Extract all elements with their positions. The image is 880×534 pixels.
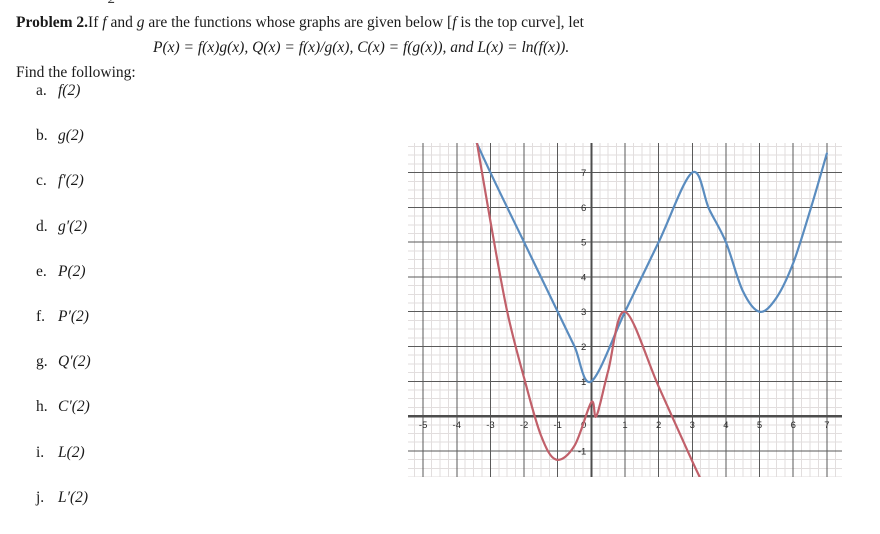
question-expression: f′(2)	[58, 172, 84, 190]
question-label: j.	[36, 488, 45, 506]
find-following-label: Find the following:	[16, 64, 136, 81]
question-expression: g′(2)	[58, 217, 88, 235]
problem-statement: Problem 2.If f and g are the functions w…	[16, 14, 584, 32]
question-expression: Q′(2)	[58, 353, 91, 371]
question-item: a. f(2)	[36, 82, 236, 127]
x-tick-label: 7	[824, 420, 829, 431]
problem-text-part4: is the top curve], let	[456, 14, 584, 31]
question-expression: P(2)	[58, 262, 86, 280]
question-expression: L′(2)	[58, 488, 89, 506]
question-expression: L(2)	[58, 443, 85, 461]
x-tick-label: 4	[723, 420, 728, 431]
y-tick-label: 6	[581, 203, 586, 214]
question-item: c. f′(2)	[36, 172, 236, 217]
cut-off-top-fragment: 2	[108, 0, 116, 8]
function-definitions: P(x) = f(x)g(x), Q(x) = f(x)/g(x), C(x) …	[153, 39, 570, 56]
question-label: e.	[36, 262, 47, 280]
question-item: j. L′(2)	[36, 489, 236, 534]
y-tick-label: 3	[581, 307, 586, 318]
question-label: i.	[36, 443, 45, 461]
x-tick-label: -5	[419, 420, 427, 431]
x-tick-label: -1	[553, 420, 561, 431]
question-item: f. P′(2)	[36, 308, 236, 353]
x-tick-label: -4	[453, 420, 461, 431]
question-item: i. L(2)	[36, 444, 236, 489]
question-item: h. C′(2)	[36, 398, 236, 443]
question-expression: C′(2)	[58, 398, 90, 416]
question-label: c.	[36, 172, 47, 190]
x-tick-label: 6	[791, 420, 796, 431]
problem-text-part3: are the functions whose graphs are given…	[144, 14, 453, 31]
x-tick-label: -2	[520, 420, 528, 431]
problem-label: Problem 2.	[16, 14, 89, 31]
x-tick-label: 5	[757, 420, 762, 431]
y-tick-label: 5	[581, 238, 586, 249]
question-expression: P′(2)	[58, 307, 89, 325]
question-item: d. g′(2)	[36, 218, 236, 263]
y-tick-label: -1	[578, 446, 586, 457]
question-list: a. f(2) b. g(2) c. f′(2) d. g′(2) e. P(2) f. P′(2) g…	[36, 82, 236, 534]
question-label: a.	[36, 82, 47, 99]
y-tick-label: 2	[581, 342, 586, 353]
question-label: b.	[36, 127, 48, 145]
question-expression: f(2)	[58, 82, 81, 99]
graph-canvas: -5 -4 -3 -2 -1 0 1 2 3 4 5 6 7-11234567	[408, 143, 842, 477]
question-expression: g(2)	[58, 127, 84, 145]
question-label: f.	[36, 307, 46, 325]
x-tick-label: 2	[656, 420, 661, 431]
question-item: b. g(2)	[36, 127, 236, 172]
x-tick-label: 1	[622, 420, 627, 431]
x-tick-label: -3	[486, 420, 494, 431]
question-item: e. P(2)	[36, 263, 236, 308]
y-tick-label: 7	[581, 168, 586, 179]
question-item: g. Q′(2)	[36, 353, 236, 398]
function-graph: -5 -4 -3 -2 -1 0 1 2 3 4 5 6 7 -1 1 2 3 4 5 6 7	[408, 143, 842, 477]
y-tick-label: 4	[581, 272, 586, 283]
question-label: h.	[36, 398, 48, 416]
question-label: g.	[36, 353, 48, 371]
x-tick-label: 3	[690, 420, 695, 431]
problem-text-part2: and	[106, 14, 137, 31]
problem-text-part1: If	[88, 14, 103, 31]
question-label: d.	[36, 217, 48, 235]
